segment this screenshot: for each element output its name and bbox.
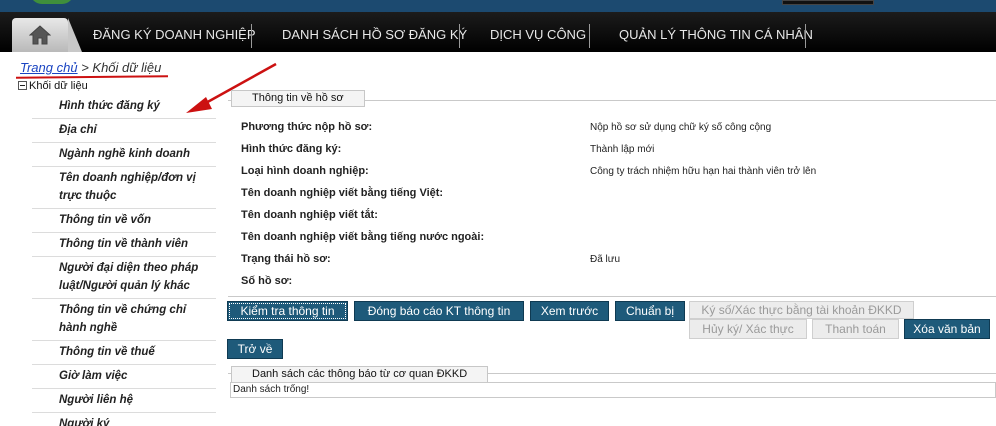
field-label-foreign-name: Tên doanh nghiệp viết bằng tiếng nước ng…	[241, 231, 485, 243]
field-value-submission-method: Nộp hồ sơ sử dụng chữ ký số công cộng	[590, 122, 772, 133]
annotation-underline	[15, 75, 169, 79]
field-value-company-type: Công ty trách nhiệm hữu hạn hai thành vi…	[590, 166, 817, 177]
back-button[interactable]: Trở về	[227, 339, 283, 359]
nav-public-services[interactable]: DỊCH VỤ CÔNG	[490, 24, 586, 46]
collapse-icon[interactable]	[18, 81, 27, 90]
top-strip	[0, 0, 996, 12]
breadcrumb-separator: >	[77, 60, 93, 75]
field-value-status: Đã lưu	[590, 254, 621, 265]
sidebar-item-tax[interactable]: Thông tin về thuế	[32, 341, 216, 365]
sidebar-item-signer[interactable]: Người ký	[32, 413, 216, 426]
home-icon	[29, 25, 51, 45]
notices-list: Danh sách trống!	[230, 382, 996, 398]
field-label-file-number: Số hồ sơ:	[241, 275, 293, 287]
main-nav: ĐĂNG KÝ DOANH NGHIỆP DANH SÁCH HỒ SƠ ĐĂN…	[0, 12, 996, 52]
check-info-button[interactable]: Kiểm tra thông tin	[227, 301, 348, 321]
sidebar-item-members[interactable]: Thông tin về thành viên	[32, 233, 216, 257]
home-tab[interactable]	[12, 18, 82, 52]
logo-fragment	[30, 0, 74, 4]
top-right-button[interactable]	[782, 0, 874, 5]
tree-root[interactable]: Khối dữ liệu	[18, 80, 88, 92]
profile-legend: Thông tin về hồ sơ	[231, 90, 365, 107]
sidebar-item-address[interactable]: Địa chỉ	[32, 119, 216, 143]
report-button[interactable]: Đóng báo cáo KT thông tin	[354, 301, 524, 321]
field-label-submission-method: Phương thức nộp hồ sơ:	[241, 121, 373, 133]
sidebar-item-company-name[interactable]: Tên doanh nghiệp/đơn vị trực thuộc	[32, 167, 216, 209]
payment-button[interactable]: Thanh toán	[812, 319, 899, 339]
sidebar-item-business-lines[interactable]: Ngành nghề kinh doanh	[32, 143, 216, 167]
nav-personal-info[interactable]: QUẢN LÝ THÔNG TIN CÁ NHÂN	[619, 24, 813, 46]
prepare-button[interactable]: Chuẩn bị	[615, 301, 685, 321]
breadcrumb-home-link[interactable]: Trang chủ	[20, 60, 78, 75]
cancel-sign-button[interactable]: Hủy ký/ Xác thực	[689, 319, 807, 339]
delete-document-button[interactable]: Xóa văn bản	[904, 319, 990, 339]
field-label-company-type: Loại hình doanh nghiệp:	[241, 165, 369, 177]
data-block-sidebar: Hình thức đăng ký Địa chỉ Ngành nghề kin…	[32, 95, 216, 426]
sidebar-item-registration-form[interactable]: Hình thức đăng ký	[32, 95, 216, 119]
nav-divider	[805, 24, 806, 48]
sidebar-item-working-hours[interactable]: Giờ làm việc	[32, 365, 216, 389]
breadcrumb: Trang chủ > Khối dữ liệu	[20, 60, 161, 75]
nav-divider	[459, 24, 460, 48]
panel-divider	[228, 296, 996, 297]
breadcrumb-current: Khối dữ liệu	[92, 60, 162, 75]
field-label-short-name: Tên doanh nghiệp viết tắt:	[241, 209, 378, 221]
sidebar-item-capital[interactable]: Thông tin về vốn	[32, 209, 216, 233]
sidebar-item-contact[interactable]: Người liên hệ	[32, 389, 216, 413]
sidebar-item-legal-representative[interactable]: Người đại diện theo pháp luật/Người quản…	[32, 257, 216, 299]
sign-with-account-button[interactable]: Ký số/Xác thực bằng tài khoản ĐKKD	[689, 301, 914, 319]
nav-registration-list[interactable]: DANH SÁCH HỒ SƠ ĐĂNG KÝ	[282, 24, 467, 46]
sidebar-item-certificates[interactable]: Thông tin về chứng chỉ hành nghề	[32, 299, 216, 341]
tree-root-label: Khối dữ liệu	[29, 80, 88, 92]
nav-divider	[589, 24, 590, 48]
field-label-status: Trạng thái hồ sơ:	[241, 253, 331, 265]
field-label-registration-form: Hình thức đăng ký:	[241, 143, 342, 155]
preview-button[interactable]: Xem trước	[530, 301, 609, 321]
field-value-registration-form: Thành lập mới	[590, 144, 655, 155]
nav-business-registration[interactable]: ĐĂNG KÝ DOANH NGHIỆP	[93, 24, 256, 46]
notices-legend: Danh sách các thông báo từ cơ quan ĐKKD	[231, 366, 489, 383]
nav-divider	[251, 24, 252, 48]
field-label-name-vietnamese: Tên doanh nghiệp viết bằng tiếng Việt:	[241, 187, 444, 199]
